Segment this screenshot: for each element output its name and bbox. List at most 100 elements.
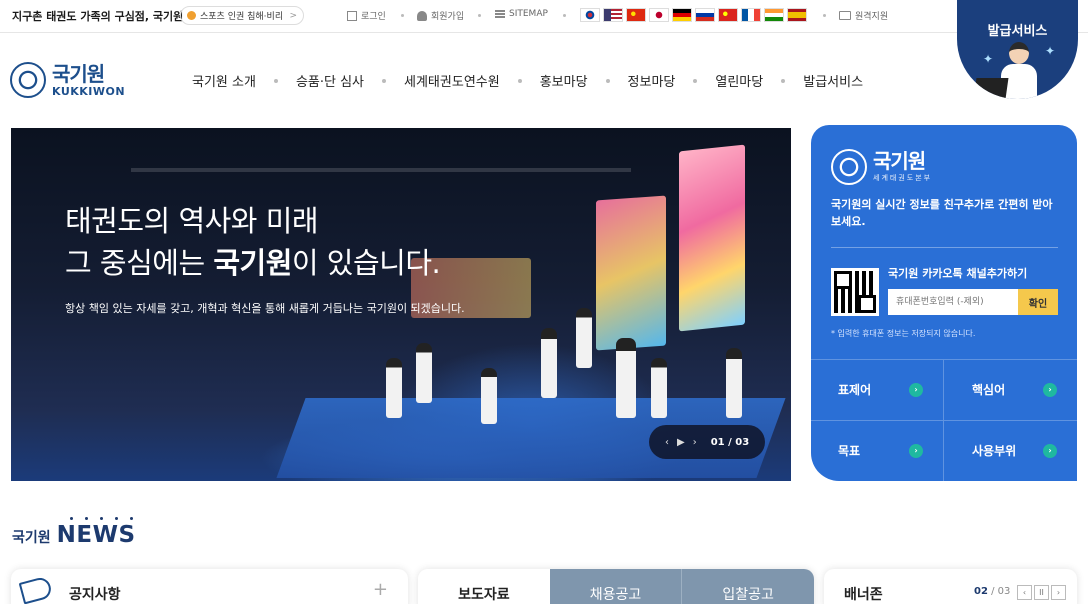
- news-title-en: NEWS: [56, 522, 136, 548]
- flag-us-icon[interactable]: [603, 8, 623, 22]
- title-dots: [70, 517, 133, 520]
- panel-logo: 국기원 세계태권도본부: [831, 149, 932, 185]
- nav-separator: [382, 78, 387, 83]
- notice-card: 공지사항 +: [11, 569, 408, 604]
- nav-open[interactable]: 열린마당: [715, 71, 763, 90]
- slider-controls: ‹ ▶ › 01 / 03: [649, 425, 765, 459]
- nav-issue-service[interactable]: 발급서비스: [803, 71, 863, 90]
- banner-page-counter: 02 / 03: [974, 586, 1011, 597]
- kukkiwon-emblem-icon: [831, 149, 867, 185]
- quick-link-headword[interactable]: 표제어 ›: [811, 360, 944, 421]
- nav-separator: [693, 78, 698, 83]
- hero-description: 항상 책임 있는 자세를 갖고, 개혁과 혁신을 통해 새롭게 거듭나는 국기원…: [65, 302, 465, 315]
- nav-info[interactable]: 정보마당: [628, 71, 676, 90]
- separator: [401, 14, 404, 17]
- banner-zone-title: 배너존: [844, 587, 883, 603]
- sitemap-link[interactable]: SITEMAP: [495, 9, 548, 19]
- sparkle-icon: ✦: [983, 52, 994, 66]
- quick-links-grid: 표제어 › 핵심어 › 목표 › 사용부위 ›: [811, 359, 1077, 481]
- join-link[interactable]: 회원가입: [417, 9, 464, 22]
- flag-in-icon[interactable]: [764, 8, 784, 22]
- flag-vn-icon[interactable]: [718, 8, 738, 22]
- hero-line1: 태권도의 역사와 미래: [65, 204, 319, 238]
- flag-fr-icon[interactable]: [741, 8, 761, 22]
- kukkiwon-logo[interactable]: 국기원 KUKKIWON: [10, 62, 125, 98]
- language-flags: [580, 8, 807, 22]
- sports-rights-label: 스포츠 인권 침해·비리: [200, 12, 284, 22]
- banner-next-button[interactable]: ›: [1051, 585, 1066, 600]
- hero-line2-bold: 국기원: [213, 246, 292, 280]
- sports-rights-report-link[interactable]: 스포츠 인권 침해·비리 >: [180, 6, 304, 25]
- nav-promotion-exam[interactable]: 승품·단 심사: [296, 71, 364, 90]
- login-link[interactable]: 로그인: [347, 9, 386, 22]
- main-nav: 국기원 소개 승품·단 심사 세계태권도연수원 홍보마당 정보마당 열린마당 발…: [192, 71, 863, 90]
- nav-separator: [781, 78, 786, 83]
- nav-academy[interactable]: 세계태권도연수원: [404, 71, 500, 90]
- logo-text-ko: 국기원: [52, 61, 105, 86]
- flag-jp-icon[interactable]: [649, 8, 669, 22]
- panel-message: 국기원의 실시간 정보를 친구추가로 간편히 받아보세요.: [831, 198, 1053, 228]
- person-icon: [417, 10, 427, 21]
- notice-title: 공지사항: [69, 587, 121, 603]
- quick-link-target[interactable]: 목표 ›: [811, 420, 944, 481]
- banner-nav: ‹ II ›: [1017, 585, 1066, 600]
- slogan: 지구촌 태권도 가족의 구심점, 국기원: [12, 10, 184, 23]
- hero-banner: 태권도의 역사와 미래 그 중심에는 국기원이 있습니다. 항상 책임 있는 자…: [11, 128, 791, 481]
- remote-support-link[interactable]: 원격지원: [839, 9, 888, 22]
- arrow-right-icon: ›: [909, 382, 923, 397]
- banner-pause-button[interactable]: II: [1034, 585, 1049, 600]
- logo-text-en: KUKKIWON: [52, 84, 126, 98]
- slide-counter: 01 / 03: [710, 436, 750, 448]
- login-icon: [347, 10, 357, 21]
- banner-zone-card: 배너존 02 / 03 ‹ II ›: [824, 569, 1077, 604]
- play-button[interactable]: ▶: [677, 437, 685, 448]
- more-notice-button[interactable]: +: [373, 579, 388, 600]
- news-title-ko: 국기원: [12, 530, 51, 546]
- separator: [478, 14, 481, 17]
- prev-slide-button[interactable]: ‹: [665, 437, 669, 448]
- hero-line2-pre: 그 중심에는: [65, 246, 214, 280]
- tab-bidding[interactable]: 입찰공고: [681, 569, 814, 604]
- tab-press-release[interactable]: 보도자료: [418, 569, 550, 604]
- menu-icon: [495, 10, 505, 18]
- flag-de-icon[interactable]: [672, 8, 692, 22]
- arrow-right-icon: ›: [1043, 443, 1057, 458]
- separator: [563, 14, 566, 17]
- news-section-title: 국기원 NEWS: [12, 524, 136, 547]
- nav-separator: [605, 78, 610, 83]
- flag-es-icon[interactable]: [787, 8, 807, 22]
- login-label: 로그인: [361, 12, 386, 22]
- flag-kr-icon[interactable]: [580, 8, 600, 22]
- sitemap-label: SITEMAP: [509, 9, 548, 19]
- kakao-channel-panel: 국기원 세계태권도본부 국기원의 실시간 정보를 친구추가로 간편히 받아보세요…: [811, 125, 1077, 481]
- qr-code-icon: [831, 268, 879, 316]
- confirm-button[interactable]: 확인: [1018, 289, 1058, 315]
- quick-link-keyword[interactable]: 핵심어 ›: [944, 360, 1077, 421]
- hero-headline: 태권도의 역사와 미래 그 중심에는 국기원이 있습니다.: [65, 200, 441, 284]
- flag-cn-icon[interactable]: [626, 8, 646, 22]
- phone-number-input[interactable]: [888, 289, 1018, 315]
- quick-link-body-part[interactable]: 사용부위 ›: [944, 421, 1077, 482]
- privacy-note: * 입력한 휴대폰 정보는 저장되지 않습니다.: [831, 329, 976, 338]
- remote-support-label: 원격지원: [855, 12, 889, 22]
- nav-separator: [273, 78, 278, 83]
- monitor-icon: [839, 11, 851, 20]
- flag-ru-icon[interactable]: [695, 8, 715, 22]
- join-label: 회원가입: [431, 12, 465, 22]
- kukkiwon-emblem-icon: [10, 62, 46, 98]
- arrow-right-icon: ›: [1043, 382, 1057, 397]
- utility-bar: 지구촌 태권도 가족의 구심점, 국기원 스포츠 인권 침해·비리 > 로그인 …: [0, 0, 1088, 33]
- tab-recruitment[interactable]: 채용공고: [549, 569, 682, 604]
- megaphone-icon: [18, 575, 54, 604]
- nav-separator: [517, 78, 522, 83]
- panel-logo-sub: 세계태권도본부: [873, 174, 933, 182]
- hero-line2-post: 이 있습니다.: [291, 246, 441, 280]
- banner-prev-button[interactable]: ‹: [1017, 585, 1032, 600]
- issue-service-badge[interactable]: 발급서비스 ✦ ✦: [957, 0, 1078, 99]
- next-slide-button[interactable]: ›: [693, 437, 697, 448]
- chevron-right-icon: >: [289, 10, 297, 21]
- kakao-channel-title: 국기원 카카오톡 채널추가하기: [888, 267, 1028, 280]
- news-tabs-card: 보도자료 채용공고 입찰공고: [418, 569, 814, 604]
- nav-pr[interactable]: 홍보마당: [540, 71, 588, 90]
- nav-about[interactable]: 국기원 소개: [192, 71, 256, 90]
